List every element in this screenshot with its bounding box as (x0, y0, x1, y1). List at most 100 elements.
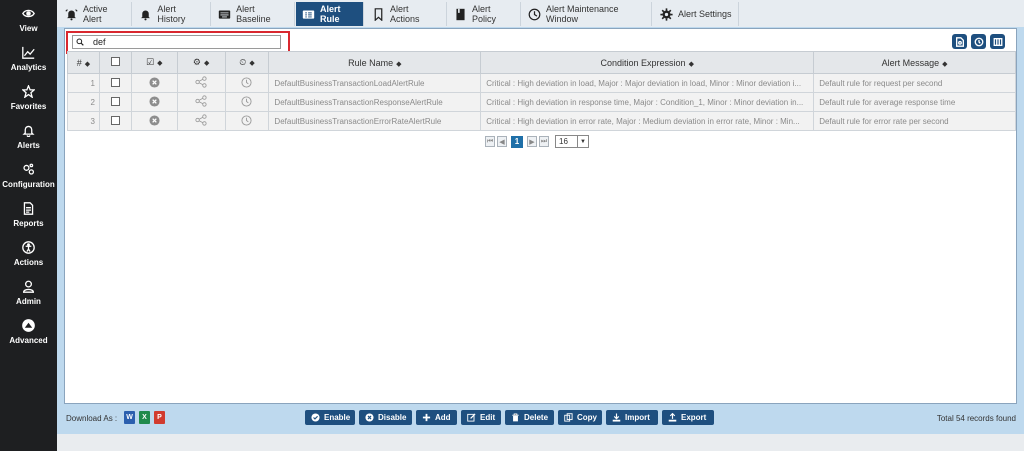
column-header-rule-name[interactable]: Rule Name ◆ (268, 51, 482, 74)
maintenance-clock-icon (528, 7, 541, 21)
edit-button[interactable]: Edit (461, 410, 501, 425)
row-index: 1 (67, 73, 100, 93)
share-icon[interactable] (176, 92, 226, 112)
pdf-export-icon[interactable]: P (154, 411, 165, 424)
column-header-index[interactable]: # ◆ (67, 51, 100, 74)
sidebar: View Analytics Favorites Alerts Configur… (0, 0, 57, 451)
import-button[interactable]: Import (606, 410, 658, 425)
tab-active-alert[interactable]: Active Alert (59, 2, 132, 26)
next-page-button[interactable]: ▶ (527, 136, 537, 147)
column-header-message[interactable]: Alert Message ◆ (813, 51, 1016, 74)
rule-name-header-label: Rule Name (348, 57, 394, 68)
document-search-icon (955, 36, 964, 47)
share-icon[interactable] (176, 73, 226, 93)
word-export-icon[interactable]: W (124, 411, 135, 424)
clock-icon[interactable] (224, 73, 270, 93)
rule-name-cell[interactable]: DefaultBusinessTransactionLoadAlertRule (268, 73, 482, 93)
tab-alert-rule[interactable]: Alert Rule (296, 2, 364, 26)
keyboard-icon (218, 7, 231, 21)
pagination: ⏮ ◀ 1 ▶ ⏭ 16 ▼ (485, 135, 589, 148)
disabled-status-icon[interactable] (130, 73, 178, 93)
user-icon (22, 280, 36, 294)
column-header-actions[interactable]: ⚙ ◆ (176, 51, 226, 74)
sidebar-item-label: Configuration (2, 179, 55, 189)
row-checkbox[interactable] (110, 77, 120, 87)
main-area: Active Alert Alert History Alert Baselin… (57, 0, 1024, 451)
sidebar-item-reports[interactable]: Reports (0, 195, 57, 234)
sidebar-item-alerts[interactable]: Alerts (0, 117, 57, 156)
eye-icon (22, 7, 36, 21)
message-cell: Default rule for request per second (813, 73, 1016, 93)
column-chooser-button[interactable] (990, 34, 1005, 49)
enable-button[interactable]: Enable (305, 410, 355, 425)
chart-line-icon (22, 46, 36, 60)
first-page-button[interactable]: ⏮ (485, 136, 495, 147)
tab-alert-history[interactable]: Alert History (133, 2, 211, 26)
sidebar-item-view[interactable]: View (0, 0, 57, 39)
row-checkbox[interactable] (110, 115, 120, 125)
preview-button[interactable] (952, 34, 967, 49)
condition-cell: Critical : High deviation in load, Major… (480, 73, 815, 93)
column-header-status[interactable]: ☑ ◆ (130, 51, 178, 74)
table-row[interactable]: 1 DefaultBusinessTransactionLoadAlertRul… (67, 73, 1016, 93)
sort-icon: ◆ (688, 60, 694, 68)
row-checkbox-cell (98, 92, 132, 112)
rule-name-cell[interactable]: DefaultBusinessTransactionErrorRateAlert… (268, 111, 482, 131)
disable-button[interactable]: Disable (359, 410, 412, 425)
add-button[interactable]: Add (416, 410, 457, 425)
tab-alert-settings[interactable]: Alert Settings (653, 2, 739, 26)
copy-button[interactable]: Copy (558, 410, 602, 425)
message-header-label: Alert Message (881, 57, 940, 68)
rule-name-cell[interactable]: DefaultBusinessTransactionResponseAlertR… (268, 92, 482, 112)
sidebar-item-label: Alerts (17, 140, 40, 150)
sidebar-item-actions[interactable]: Actions (0, 234, 57, 273)
sidebar-item-analytics[interactable]: Analytics (0, 39, 57, 78)
sidebar-item-label: Analytics (10, 62, 47, 72)
import-icon (612, 413, 621, 422)
export-button[interactable]: Export (662, 410, 714, 425)
sidebar-item-favorites[interactable]: Favorites (0, 78, 57, 117)
page-size-select[interactable]: 16 ▼ (555, 135, 589, 148)
table-row[interactable]: 3 DefaultBusinessTransactionErrorRateAle… (67, 111, 1016, 131)
tab-alert-policy[interactable]: Alert Policy (448, 2, 521, 26)
sort-icon: ◆ (396, 60, 402, 68)
column-header-schedule[interactable]: ⏲ ◆ (224, 51, 270, 74)
plus-icon (422, 413, 431, 422)
edit-icon (467, 413, 476, 422)
columns-icon (993, 37, 1002, 46)
disable-label: Disable (378, 413, 407, 422)
last-page-button[interactable]: ⏭ (539, 136, 549, 147)
check-circle-icon (311, 413, 320, 422)
rule-list-icon (302, 7, 315, 21)
bottom-strip (57, 434, 1024, 451)
clock-icon[interactable] (224, 92, 270, 112)
delete-button[interactable]: Delete (505, 410, 554, 425)
tab-label: Alert Policy (472, 4, 497, 24)
tab-alert-actions[interactable]: Alert Actions (365, 2, 447, 26)
tab-alert-baseline[interactable]: Alert Baseline (212, 2, 295, 26)
sort-icon: ◆ (84, 60, 91, 68)
index-header-label: # (76, 57, 82, 68)
current-page[interactable]: 1 (511, 135, 523, 148)
tab-alert-maintenance-window[interactable]: Alert Maintenance Window (522, 2, 652, 26)
column-header-condition[interactable]: Condition Expression ◆ (480, 51, 815, 74)
sidebar-item-configuration[interactable]: Configuration (0, 156, 57, 195)
condition-header-label: Condition Expression (600, 57, 686, 68)
clock-icon[interactable] (224, 111, 270, 131)
search-input[interactable] (93, 37, 273, 47)
select-all-checkbox[interactable] (110, 57, 120, 66)
prev-page-button[interactable]: ◀ (497, 136, 507, 147)
disabled-status-icon[interactable] (130, 92, 178, 112)
history-button[interactable] (971, 34, 986, 49)
sidebar-item-admin[interactable]: Admin (0, 273, 57, 312)
share-icon[interactable] (176, 111, 226, 131)
column-header-select (98, 51, 132, 74)
disabled-status-icon[interactable] (130, 111, 178, 131)
row-checkbox[interactable] (110, 96, 120, 106)
history-icon (974, 37, 983, 46)
table-row[interactable]: 2 DefaultBusinessTransactionResponseAler… (67, 92, 1016, 112)
sidebar-item-advanced[interactable]: Advanced (0, 312, 57, 351)
excel-export-icon[interactable]: X (139, 411, 150, 424)
tab-label: Alert Maintenance Window (546, 4, 619, 24)
sidebar-item-label: Actions (13, 257, 44, 267)
